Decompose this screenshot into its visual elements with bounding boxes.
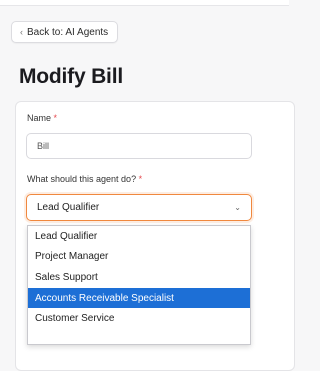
name-label: Name * (27, 113, 57, 123)
chevron-down-icon: ⌄ (234, 203, 241, 212)
role-select[interactable]: Lead Qualifier ⌄ (26, 194, 252, 221)
back-button-label: Back to: AI Agents (27, 26, 109, 38)
dropdown-option[interactable]: Customer Service (28, 308, 250, 329)
required-marker: * (138, 174, 143, 184)
dropdown-option[interactable]: Lead Qualifier (28, 226, 250, 247)
name-input[interactable] (26, 133, 252, 159)
back-button[interactable]: ‹ Back to: AI Agents (11, 21, 119, 43)
role-label: What should this agent do? * (27, 174, 142, 184)
top-bar (0, 0, 289, 6)
dropdown-option[interactable]: Sales Support (28, 267, 250, 288)
dropdown-option-highlighted[interactable]: Accounts Receivable Specialist (28, 287, 250, 309)
page-title: Modify Bill (19, 65, 123, 88)
role-dropdown-list: Lead Qualifier Project Manager Sales Sup… (27, 225, 251, 345)
required-marker: * (53, 113, 58, 123)
dropdown-option[interactable]: Project Manager (28, 247, 250, 268)
chevron-left-icon: ‹ (20, 27, 23, 37)
name-label-text: Name (27, 113, 52, 123)
role-label-text: What should this agent do? (27, 174, 137, 184)
role-select-value: Lead Qualifier (37, 202, 100, 213)
